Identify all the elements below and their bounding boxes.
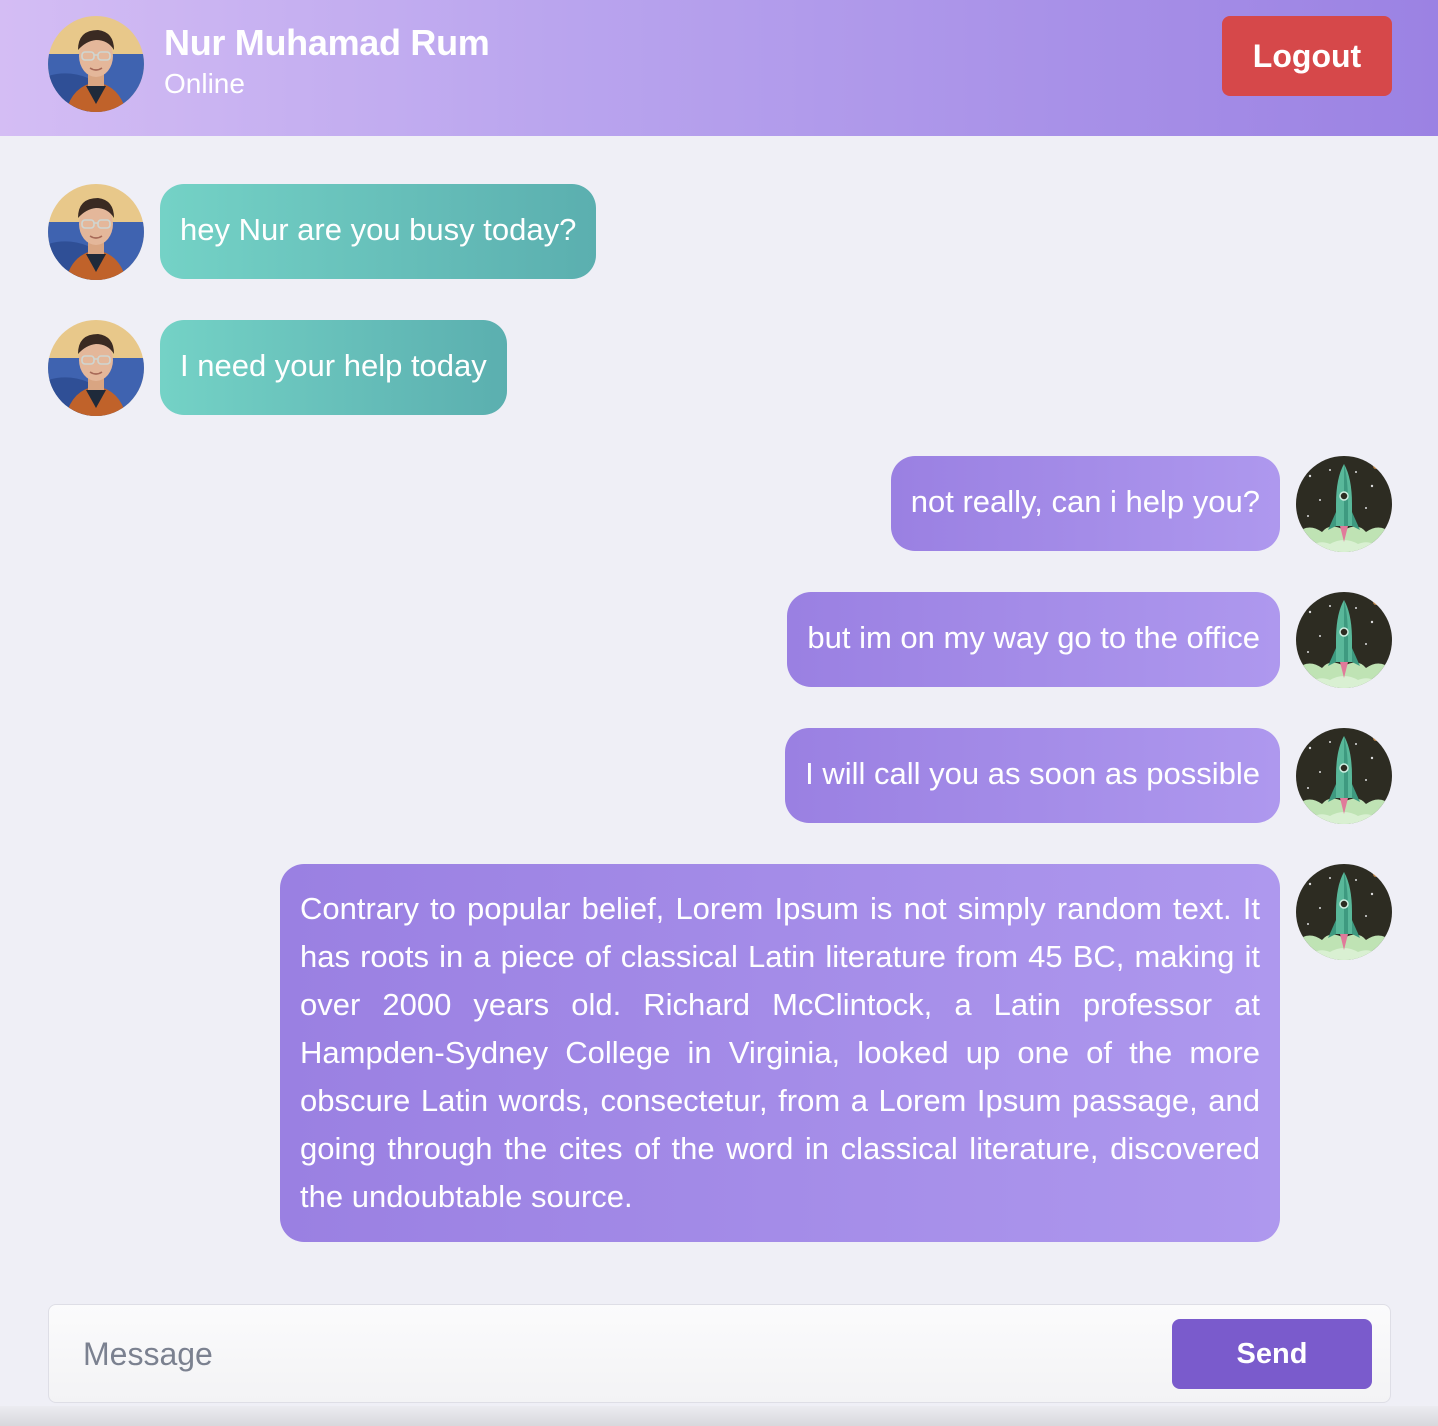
user-avatar <box>1296 728 1392 824</box>
outgoing-message-bubble: not really, can i help you? <box>890 456 1280 551</box>
window-bottom-edge <box>0 1406 1438 1426</box>
user-avatar <box>1296 864 1392 960</box>
sender-avatar <box>48 184 144 280</box>
chat-header: Nur Muhamad Rum Online Logout <box>0 0 1438 136</box>
incoming-message-bubble: hey Nur are you busy today? <box>160 184 597 279</box>
user-avatar <box>1296 592 1392 688</box>
message-input[interactable] <box>63 1323 1153 1385</box>
user-avatar <box>1296 456 1392 552</box>
contact-avatar[interactable] <box>48 16 144 112</box>
logout-button[interactable]: Logout <box>1222 16 1392 96</box>
outgoing-message-bubble: Contrary to popular belief, Lorem Ipsum … <box>280 864 1280 1242</box>
outgoing-message-bubble: but im on my way go to the office <box>787 592 1280 687</box>
contact-status: Online <box>164 68 245 99</box>
incoming-message-bubble: I need your help today <box>160 320 507 415</box>
chat-app: Nur Muhamad Rum Online Logout hey Nur ar… <box>0 0 1438 1426</box>
outgoing-message-bubble: I will call you as soon as possible <box>785 728 1280 823</box>
send-button[interactable]: Send <box>1172 1319 1372 1389</box>
message-composer: Send <box>48 1304 1391 1403</box>
sender-avatar <box>48 320 144 416</box>
contact-name: Nur Muhamad Rum <box>164 22 490 63</box>
